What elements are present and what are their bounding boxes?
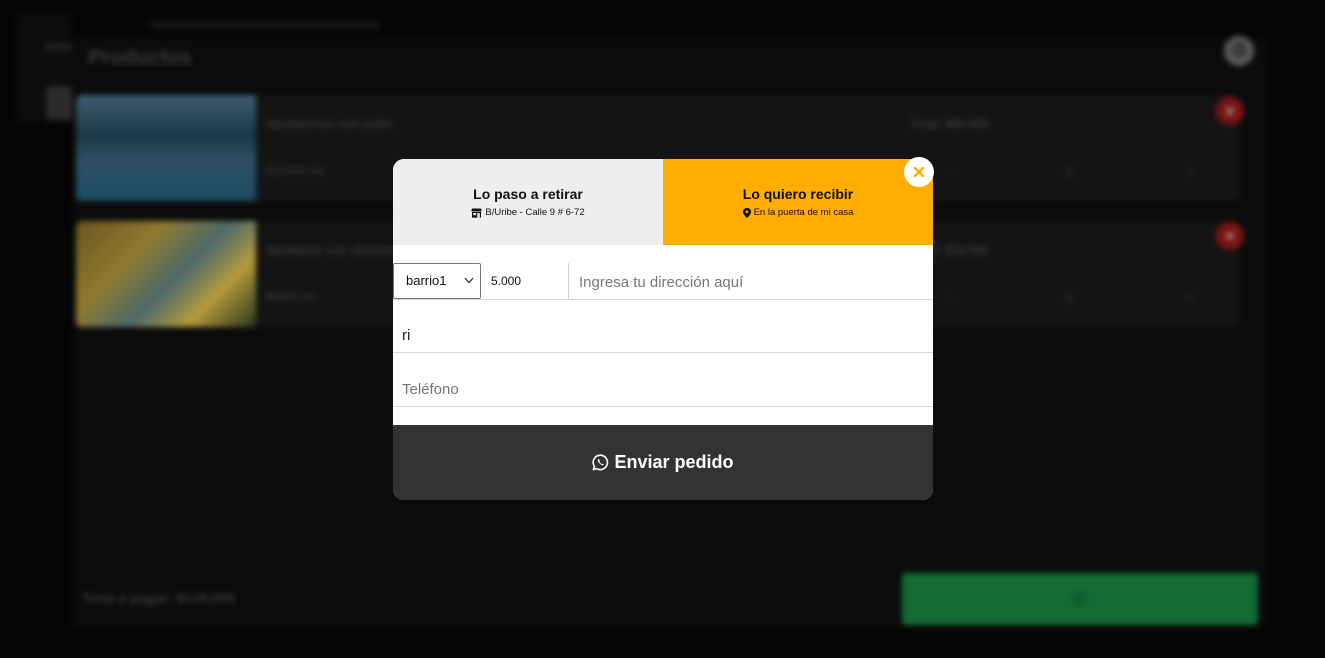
top-bar xyxy=(150,20,380,30)
product-quantity: 0 xyxy=(1066,291,1073,305)
order-modal: Lo paso a retirar B/Uribe - Calle 9 # 6-… xyxy=(393,159,933,500)
send-order-label: Enviar pedido xyxy=(614,452,734,472)
decrement-button[interactable]: − xyxy=(946,291,953,305)
product-name: Sándwich con chicharrón xyxy=(266,243,413,257)
name-input[interactable]: ri xyxy=(393,299,933,353)
product-image xyxy=(76,95,256,201)
close-icon xyxy=(914,167,924,177)
delivery-price-field: 5.000 xyxy=(481,263,569,299)
page-title: Productos xyxy=(88,46,192,69)
product-quantity: 0 xyxy=(1066,165,1073,179)
tab-delivery-title: Lo quiero recibir xyxy=(742,186,854,202)
product-price: $9000 c/u xyxy=(266,291,316,303)
barrio-select[interactable]: barrio1 xyxy=(393,263,481,299)
delete-item-button[interactable]: ✕ xyxy=(1216,97,1244,125)
tab-pickup[interactable]: Lo paso a retirar B/Uribe - Calle 9 # 6-… xyxy=(393,159,663,245)
tab-pickup-title: Lo paso a retirar xyxy=(473,186,583,202)
pickup-address: B/Uribe - Calle 9 # 6-72 xyxy=(485,207,585,218)
whatsapp-icon xyxy=(592,454,609,471)
grand-total: Total a pagar: $134.000 xyxy=(82,590,236,606)
tab-pickup-subtitle: B/Uribe - Calle 9 # 6-72 xyxy=(471,207,585,218)
send-order-button[interactable]: Enviar pedido xyxy=(393,425,933,500)
delivery-note: En la puerta de mi casa xyxy=(753,207,854,218)
map-marker-icon xyxy=(742,207,751,218)
sidebar xyxy=(16,12,84,122)
phone-input[interactable]: Teléfono xyxy=(393,353,933,407)
increment-button[interactable]: + xyxy=(1186,291,1193,305)
product-total: Total: $60.000 xyxy=(910,117,989,131)
tab-delivery[interactable]: Lo quiero recibir En la puerta de mi cas… xyxy=(663,159,933,245)
barrio-selected-value: barrio1 xyxy=(406,273,447,288)
product-image xyxy=(76,221,256,327)
address-input[interactable]: Ingresa tu dirección aquí xyxy=(579,263,933,299)
whatsapp-checkout-button[interactable]: ✆ xyxy=(902,573,1258,625)
decrement-button[interactable]: − xyxy=(946,165,953,179)
chevron-down-icon xyxy=(464,277,474,284)
settings-icon[interactable]: ⚙ xyxy=(1224,36,1254,66)
store-icon xyxy=(471,208,483,218)
close-button[interactable] xyxy=(904,157,934,187)
increment-button[interactable]: + xyxy=(1186,165,1193,179)
product-price: $12.000 c/u xyxy=(266,165,325,177)
tab-delivery-subtitle: En la puerta de mi casa xyxy=(742,207,854,218)
product-name: Sándwiches con pollo xyxy=(266,117,393,131)
delete-item-button[interactable]: ✕ xyxy=(1216,222,1244,250)
delivery-row: barrio1 5.000 Ingresa tu dirección aquí xyxy=(393,263,933,300)
